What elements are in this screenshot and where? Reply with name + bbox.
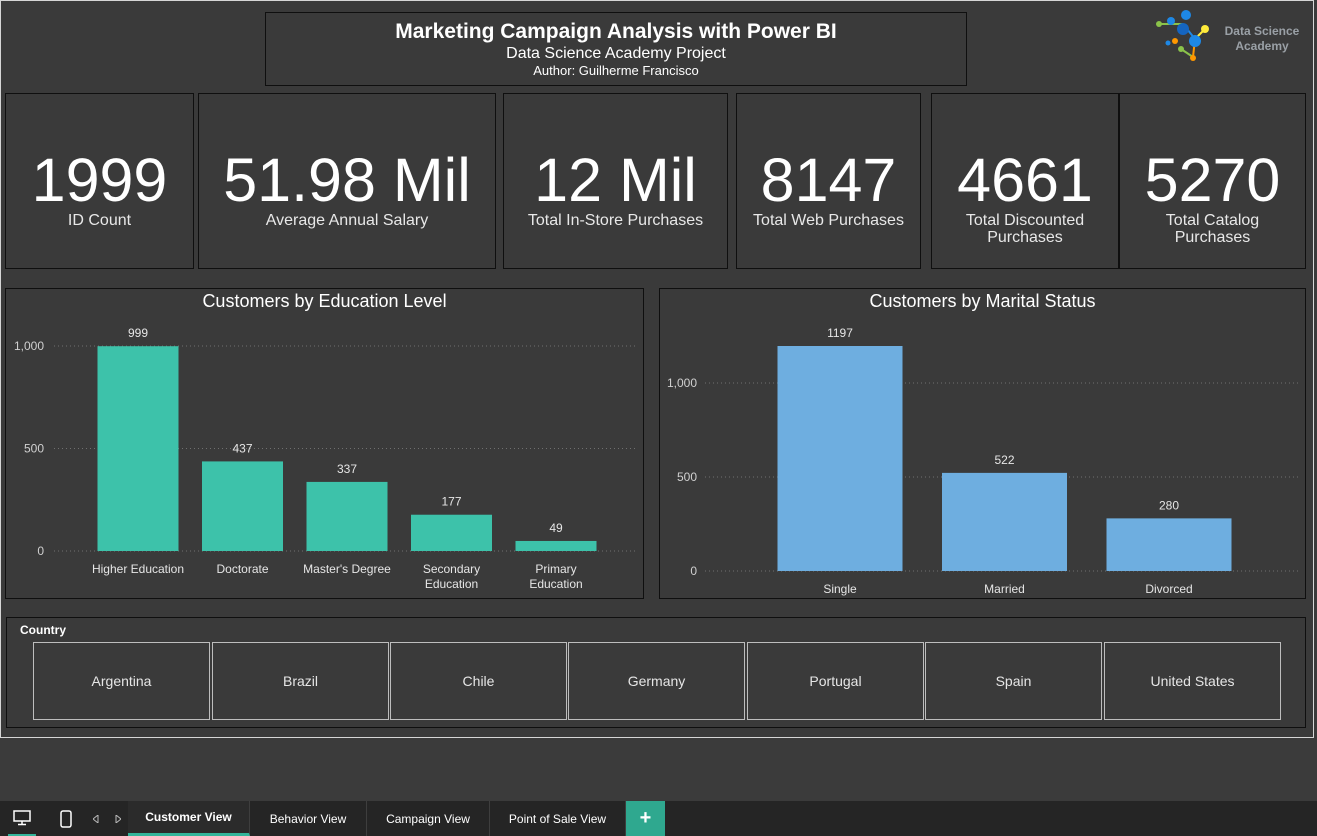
education-bar-chart: 0 500 1,000 999 Higher Education 437 Doctorate… — [14, 326, 636, 591]
kpi-card-average-salary[interactable]: 51.98 Mil Average Annual Salary — [198, 93, 496, 269]
kpi-label: ID Count — [67, 212, 132, 229]
x-category-label: Master's Degree — [303, 562, 391, 576]
scroll-right-icon[interactable] — [111, 801, 125, 836]
kpi-value: 5270 — [1144, 146, 1281, 214]
data-label: 1197 — [827, 326, 853, 340]
report-author: Author: Guilherme Francisco — [533, 63, 699, 78]
kpi-value: 4661 — [957, 146, 1093, 214]
kpi-label: Total Web Purchases — [753, 212, 904, 229]
slicer-option-spain[interactable]: Spain — [925, 642, 1102, 720]
data-label: 337 — [337, 462, 357, 476]
x-category-label: Primary Education — [529, 562, 582, 591]
kpi-value: 12 Mil — [534, 146, 697, 214]
desktop-layout-icon[interactable] — [8, 801, 36, 836]
report-subtitle: Data Science Academy Project — [506, 45, 726, 62]
add-page-button[interactable]: + — [626, 801, 665, 836]
y-tick-label: 1,000 — [14, 339, 44, 353]
kpi-value: 1999 — [31, 146, 168, 214]
bar[interactable] — [411, 514, 492, 551]
education-chart-panel[interactable]: Customers by Education Level 0 500 1,000 99… — [5, 288, 644, 599]
kpi-label: Total Catalog Purchases — [1165, 212, 1260, 246]
scroll-left-icon[interactable] — [89, 801, 103, 836]
slicer-option-argentina[interactable]: Argentina — [33, 642, 210, 720]
y-tick-label: 1,000 — [667, 376, 697, 390]
data-label: 437 — [232, 441, 252, 455]
tab-point-of-sale-view[interactable]: Point of Sale View — [490, 801, 626, 836]
bar[interactable] — [306, 481, 388, 551]
report-title-box: Marketing Campaign Analysis with Power B… — [265, 12, 967, 86]
x-category-label: Secondary Education — [423, 562, 480, 591]
page-tab-bar: Customer View Behavior View Campaign Vie… — [0, 801, 1317, 836]
y-tick-label: 500 — [24, 442, 44, 456]
kpi-label: Average Annual Salary — [265, 212, 429, 229]
kpi-label: Total Discounted Purchases — [965, 212, 1085, 246]
report-canvas: Marketing Campaign Analysis with Power B… — [0, 0, 1314, 738]
bar[interactable] — [515, 540, 597, 551]
logo-line-1: Data Science — [1224, 24, 1300, 38]
marital-bar-chart: 0 500 1,000 1197 Single 522 Married 280 Divorced — [667, 326, 1300, 596]
data-label: 49 — [549, 521, 563, 535]
slicer-option-chile[interactable]: Chile — [390, 642, 567, 720]
bar[interactable] — [202, 461, 283, 551]
data-label: 999 — [128, 326, 148, 340]
kpi-card-id-count[interactable]: 1999 ID Count — [5, 93, 194, 269]
kpi-card-catalog-purchases[interactable]: 5270 Total Catalog Purchases — [1119, 93, 1306, 269]
x-category-label: Doctorate — [216, 562, 268, 576]
country-slicer: Country Argentina Brazil Chile Germany P… — [6, 617, 1306, 728]
slicer-option-brazil[interactable]: Brazil — [212, 642, 389, 720]
bar[interactable] — [97, 346, 179, 551]
mobile-layout-icon[interactable] — [56, 801, 76, 836]
kpi-card-web-purchases[interactable]: 8147 Total Web Purchases — [736, 93, 921, 269]
x-category-label: Single — [823, 582, 857, 596]
kpi-label: Total In-Store Purchases — [527, 212, 704, 229]
x-category-label: Married — [984, 582, 1025, 596]
slicer-option-united-states[interactable]: United States — [1104, 642, 1281, 720]
tab-customer-view[interactable]: Customer View — [128, 801, 250, 836]
logo-text: Data Science Academy — [1217, 24, 1307, 54]
kpi-value: 8147 — [760, 146, 897, 214]
slicer-option-portugal[interactable]: Portugal — [747, 642, 924, 720]
slicer-title: Country — [20, 623, 66, 637]
bar[interactable] — [942, 472, 1067, 571]
y-tick-label: 500 — [677, 470, 697, 484]
bar[interactable] — [1106, 518, 1232, 571]
report-title: Marketing Campaign Analysis with Power B… — [395, 20, 837, 43]
tab-campaign-view[interactable]: Campaign View — [367, 801, 490, 836]
y-tick-label: 0 — [37, 544, 44, 558]
kpi-card-in-store-purchases[interactable]: 12 Mil Total In-Store Purchases — [503, 93, 728, 269]
slicer-option-germany[interactable]: Germany — [568, 642, 745, 720]
tab-behavior-view[interactable]: Behavior View — [250, 801, 367, 836]
bar[interactable] — [777, 346, 903, 571]
kpi-value: 51.98 Mil — [223, 146, 471, 214]
data-label: 280 — [1159, 498, 1179, 512]
data-label: 177 — [441, 495, 461, 509]
kpi-card-discounted-purchases[interactable]: 4661 Total Discounted Purchases — [931, 93, 1119, 269]
marital-chart-panel[interactable]: Customers by Marital Status 0 500 1,000 119… — [659, 288, 1306, 599]
y-tick-label: 0 — [690, 564, 697, 578]
x-category-label: Divorced — [1145, 582, 1192, 596]
x-category-label: Higher Education — [92, 562, 184, 576]
logo-line-2: Academy — [1235, 39, 1289, 53]
data-label: 522 — [994, 453, 1014, 467]
